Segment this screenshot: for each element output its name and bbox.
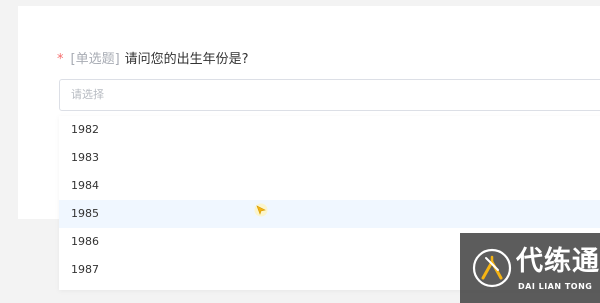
dropdown-option-1985[interactable]: 1985	[59, 200, 600, 228]
daliantong-logo-icon	[472, 248, 512, 288]
dropdown-option-1983[interactable]: 1983	[59, 144, 600, 172]
question-type-label: [单选题]	[70, 52, 120, 67]
question-header: * [单选题] 请问您的出生年份是?	[57, 50, 249, 70]
dropdown-option-1984[interactable]: 1984	[59, 172, 600, 200]
daliantong-watermark: 代练通 DAI LIAN TONG	[460, 233, 600, 303]
required-mark: *	[57, 52, 64, 67]
dropdown-option-1982[interactable]: 1982	[59, 116, 600, 144]
watermark-title: 代练通	[516, 246, 600, 277]
select-placeholder: 请选择	[71, 88, 104, 101]
birth-year-select[interactable]: 请选择	[59, 79, 600, 111]
question-title: 请问您的出生年份是?	[124, 52, 249, 67]
cursor-icon	[254, 203, 268, 217]
watermark-subtitle: DAI LIAN TONG	[518, 282, 593, 291]
